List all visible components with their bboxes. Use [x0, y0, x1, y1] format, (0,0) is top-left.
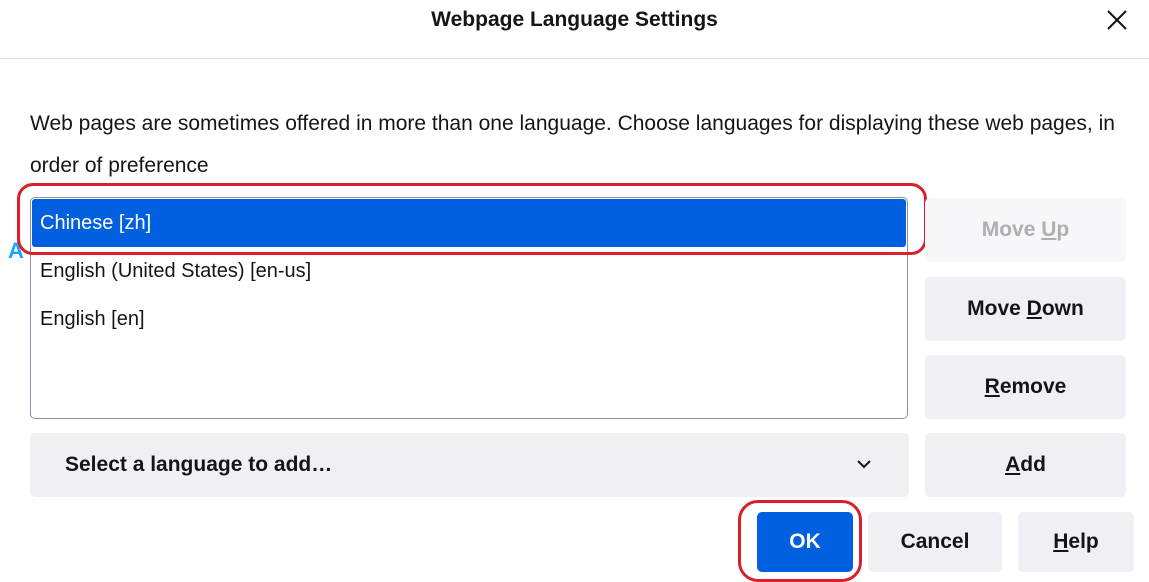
move-up-label-post: p	[1056, 218, 1070, 241]
move-up-label-pre: Move	[981, 218, 1042, 241]
title-divider	[0, 58, 1149, 59]
move-down-button[interactable]: Move Down	[925, 277, 1126, 341]
annotation-marker: A	[8, 238, 24, 263]
language-settings-dialog: Webpage Language Settings Web pages are …	[0, 0, 1149, 582]
cancel-button[interactable]: Cancel	[868, 512, 1002, 572]
help-label-post: elp	[1068, 530, 1099, 553]
help-access-key: H	[1053, 530, 1069, 553]
move-down-access-key: D	[1026, 297, 1042, 320]
language-item-english[interactable]: English [en]	[32, 295, 906, 343]
add-label-post: dd	[1020, 453, 1046, 476]
language-select-value: Select a language to add…	[65, 453, 333, 476]
ok-label: OK	[789, 530, 821, 553]
add-access-key: A	[1005, 453, 1021, 476]
cancel-label: Cancel	[900, 530, 970, 553]
language-item-english-us[interactable]: English (United States) [en-us]	[32, 247, 906, 295]
ok-button[interactable]: OK	[757, 512, 853, 572]
move-down-label-post: own	[1041, 297, 1084, 320]
language-select-dropdown[interactable]: Select a language to add…	[30, 433, 909, 497]
move-up-access-key: U	[1041, 218, 1057, 241]
dialog-title: Webpage Language Settings	[431, 8, 718, 31]
language-item-chinese[interactable]: Chinese [zh]	[32, 199, 906, 247]
add-button[interactable]: Add	[925, 433, 1126, 497]
close-button[interactable]	[1103, 6, 1131, 34]
close-icon	[1107, 10, 1127, 30]
remove-label-post: emove	[999, 375, 1067, 398]
help-button[interactable]: Help	[1018, 512, 1134, 572]
dialog-description: Web pages are sometimes offered in more …	[30, 112, 1115, 177]
move-down-label-pre: Move	[967, 297, 1027, 320]
remove-access-key: R	[984, 375, 1000, 398]
remove-button[interactable]: Remove	[925, 355, 1126, 419]
language-list[interactable]: Chinese [zh] English (United States) [en…	[30, 197, 908, 419]
move-up-button[interactable]: Move Up	[925, 198, 1126, 262]
chevron-down-icon	[857, 460, 871, 469]
